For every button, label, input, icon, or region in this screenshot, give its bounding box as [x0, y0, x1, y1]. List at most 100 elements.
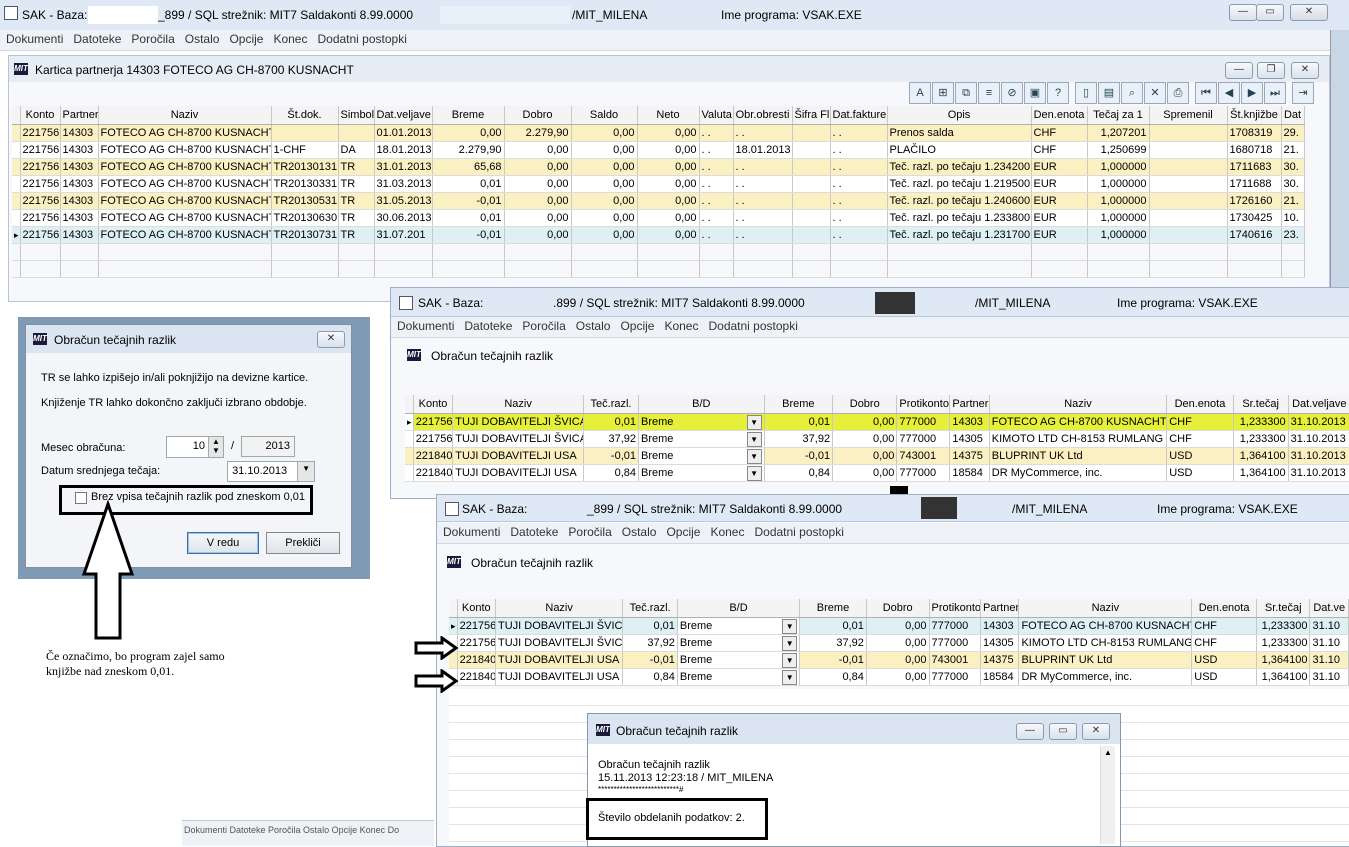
window2-col-header[interactable]: Teč.razl.: [583, 395, 639, 414]
table-cell[interactable]: 1,233300: [1233, 430, 1289, 448]
report-close-icon[interactable]: ✕: [1082, 723, 1110, 740]
table-cell[interactable]: TR: [338, 209, 375, 227]
table-cell[interactable]: 777000: [929, 634, 982, 652]
table-cell[interactable]: [792, 226, 831, 244]
menu-dodatni-postopki[interactable]: Dodatni postopki: [708, 317, 797, 335]
table-cell[interactable]: [1149, 209, 1228, 227]
cancel-button[interactable]: Prekliči: [266, 532, 340, 554]
table-cell[interactable]: . .: [733, 209, 793, 227]
table-row[interactable]: 221756 14303 FOTECO AG CH-8700 KUSNACHT 01.…: [12, 124, 1305, 142]
table-cell[interactable]: 1,233300: [1256, 634, 1311, 652]
table-cell[interactable]: 777000: [929, 617, 982, 635]
table-cell[interactable]: . .: [699, 209, 734, 227]
table-cell[interactable]: TR: [338, 158, 375, 176]
table-cell[interactable]: 1,000000: [1087, 226, 1150, 244]
table-cell[interactable]: . .: [733, 226, 793, 244]
window2-col-header[interactable]: Naziv: [452, 395, 584, 414]
table-cell[interactable]: 221756: [457, 634, 496, 652]
table-cell[interactable]: 14305: [980, 634, 1020, 652]
table-cell[interactable]: -0,01: [583, 447, 639, 465]
table-cell[interactable]: 0,00: [637, 158, 700, 176]
table-cell[interactable]: 0,00: [571, 141, 638, 159]
chevron-down-icon[interactable]: ▼: [746, 449, 762, 464]
table-cell[interactable]: Teč. razl. po tečaju 1.231700: [887, 226, 1032, 244]
chevron-down-icon[interactable]: ▼: [746, 432, 762, 447]
table-cell[interactable]: FOTECO AG CH-8700 KUSNACHT: [98, 124, 272, 142]
table-cell[interactable]: 23.: [1281, 226, 1305, 244]
chevron-down-icon[interactable]: ▼: [297, 462, 315, 481]
table-cell[interactable]: BLUPRINT UK Ltd: [989, 447, 1168, 465]
window3-col-header[interactable]: Dat.ve: [1309, 599, 1349, 618]
table-cell[interactable]: DA: [338, 141, 375, 159]
table-cell[interactable]: 221756: [20, 192, 61, 210]
window3-col-header[interactable]: Naziv: [1018, 599, 1193, 618]
table-cell[interactable]: [792, 209, 831, 227]
window2-col-header[interactable]: Naziv: [989, 395, 1168, 414]
menu-porocila[interactable]: Poročila: [131, 30, 174, 48]
card_window-col-header[interactable]: Obr.obresti: [733, 106, 793, 125]
table-cell[interactable]: TR: [338, 226, 375, 244]
window3-col-header[interactable]: Breme: [799, 599, 867, 618]
table-cell[interactable]: . .: [733, 124, 793, 142]
menu-konec[interactable]: Konec: [273, 30, 307, 48]
table-cell[interactable]: Breme ▼: [677, 651, 801, 669]
table-cell[interactable]: 0,00: [571, 124, 638, 142]
card-close-icon[interactable]: ✕: [1291, 62, 1319, 79]
table-cell[interactable]: [1149, 158, 1228, 176]
card_window-col-header[interactable]: Partner: [60, 106, 99, 125]
table-cell[interactable]: 0,84: [764, 464, 834, 482]
table-cell[interactable]: 221840: [457, 668, 496, 686]
table-cell[interactable]: 743001: [896, 447, 951, 465]
font-icon[interactable]: A: [909, 82, 931, 104]
table-cell[interactable]: 0,00: [637, 209, 700, 227]
table-cell[interactable]: 21.: [1281, 192, 1305, 210]
table-cell[interactable]: 1,207201: [1087, 124, 1150, 142]
table-cell[interactable]: KIMOTO LTD CH-8153 RUMLANG: [989, 430, 1168, 448]
table-cell[interactable]: . .: [830, 158, 888, 176]
table-cell[interactable]: 221756: [20, 209, 61, 227]
menu-konec[interactable]: Konec: [710, 523, 744, 541]
month-spinner[interactable]: 10 ▲ ▼: [166, 436, 224, 458]
chevron-down-icon[interactable]: ▼: [746, 466, 762, 481]
card_window-col-header[interactable]: Tečaj za 1: [1087, 106, 1150, 125]
table-cell[interactable]: TUJI DOBAVITELJI USA: [495, 651, 624, 669]
table-cell[interactable]: Teč. razl. po tečaju 1.240600: [887, 192, 1032, 210]
menu-dokumenti[interactable]: Dokumenti: [397, 317, 454, 335]
table-row[interactable]: ▸ 221756 TUJI DOBAVITELJI ŠVICA 0,01 Breme ▼ 0…: [405, 413, 1349, 431]
report-scrollbar[interactable]: ▲: [1100, 746, 1115, 844]
window3-col-header[interactable]: Partner: [980, 599, 1020, 618]
table-cell[interactable]: 0,00: [504, 141, 572, 159]
table-cell[interactable]: 221756: [20, 141, 61, 159]
table-cell[interactable]: 0,00: [832, 447, 898, 465]
table-row[interactable]: 221840 TUJI DOBAVITELJI USA 0,84 Breme ▼ 0,84…: [405, 464, 1349, 482]
scroll-up-icon[interactable]: ▲: [1104, 748, 1112, 757]
table-cell[interactable]: 31.10.2013: [1288, 447, 1349, 465]
layers-icon[interactable]: ≡: [978, 82, 1000, 104]
window2-col-header[interactable]: Partner: [949, 395, 990, 414]
table-cell[interactable]: 1,000000: [1087, 175, 1150, 193]
table-cell[interactable]: 14375: [949, 447, 990, 465]
search-icon[interactable]: ⌕: [1121, 82, 1143, 104]
table-cell[interactable]: 0,84: [622, 668, 678, 686]
table-cell[interactable]: 31.07.201: [374, 226, 433, 244]
table-cell[interactable]: [1149, 141, 1228, 159]
table-cell[interactable]: 14375: [980, 651, 1020, 669]
table-cell[interactable]: CHF: [1031, 124, 1088, 142]
table-cell[interactable]: 0,00: [832, 413, 898, 431]
window3-col-header[interactable]: Dobro: [866, 599, 930, 618]
table-cell[interactable]: 18.01.2013: [374, 141, 433, 159]
table-row[interactable]: 221756 14303 FOTECO AG CH-8700 KUSNACHT TR2…: [12, 158, 1305, 176]
table-cell[interactable]: [1149, 124, 1228, 142]
table-row[interactable]: 221756 14303 FOTECO AG CH-8700 KUSNACHT 1-C…: [12, 141, 1305, 159]
table-cell[interactable]: -0,01: [622, 651, 678, 669]
table-cell[interactable]: 31.10: [1309, 634, 1349, 652]
table-cell[interactable]: FOTECO AG CH-8700 KUSNACHT: [98, 192, 272, 210]
table-cell[interactable]: 31.10: [1309, 651, 1349, 669]
date-combo[interactable]: 31.10.2013 ▼: [227, 461, 316, 482]
table-cell[interactable]: 1,364100: [1256, 668, 1311, 686]
table-cell[interactable]: [792, 158, 831, 176]
table-cell[interactable]: 31.10.2013: [1288, 430, 1349, 448]
table-cell[interactable]: Breme ▼: [638, 430, 765, 448]
window3-col-header[interactable]: Konto: [457, 599, 496, 618]
table-cell[interactable]: Teč. razl. po tečaju 1.219500: [887, 175, 1032, 193]
